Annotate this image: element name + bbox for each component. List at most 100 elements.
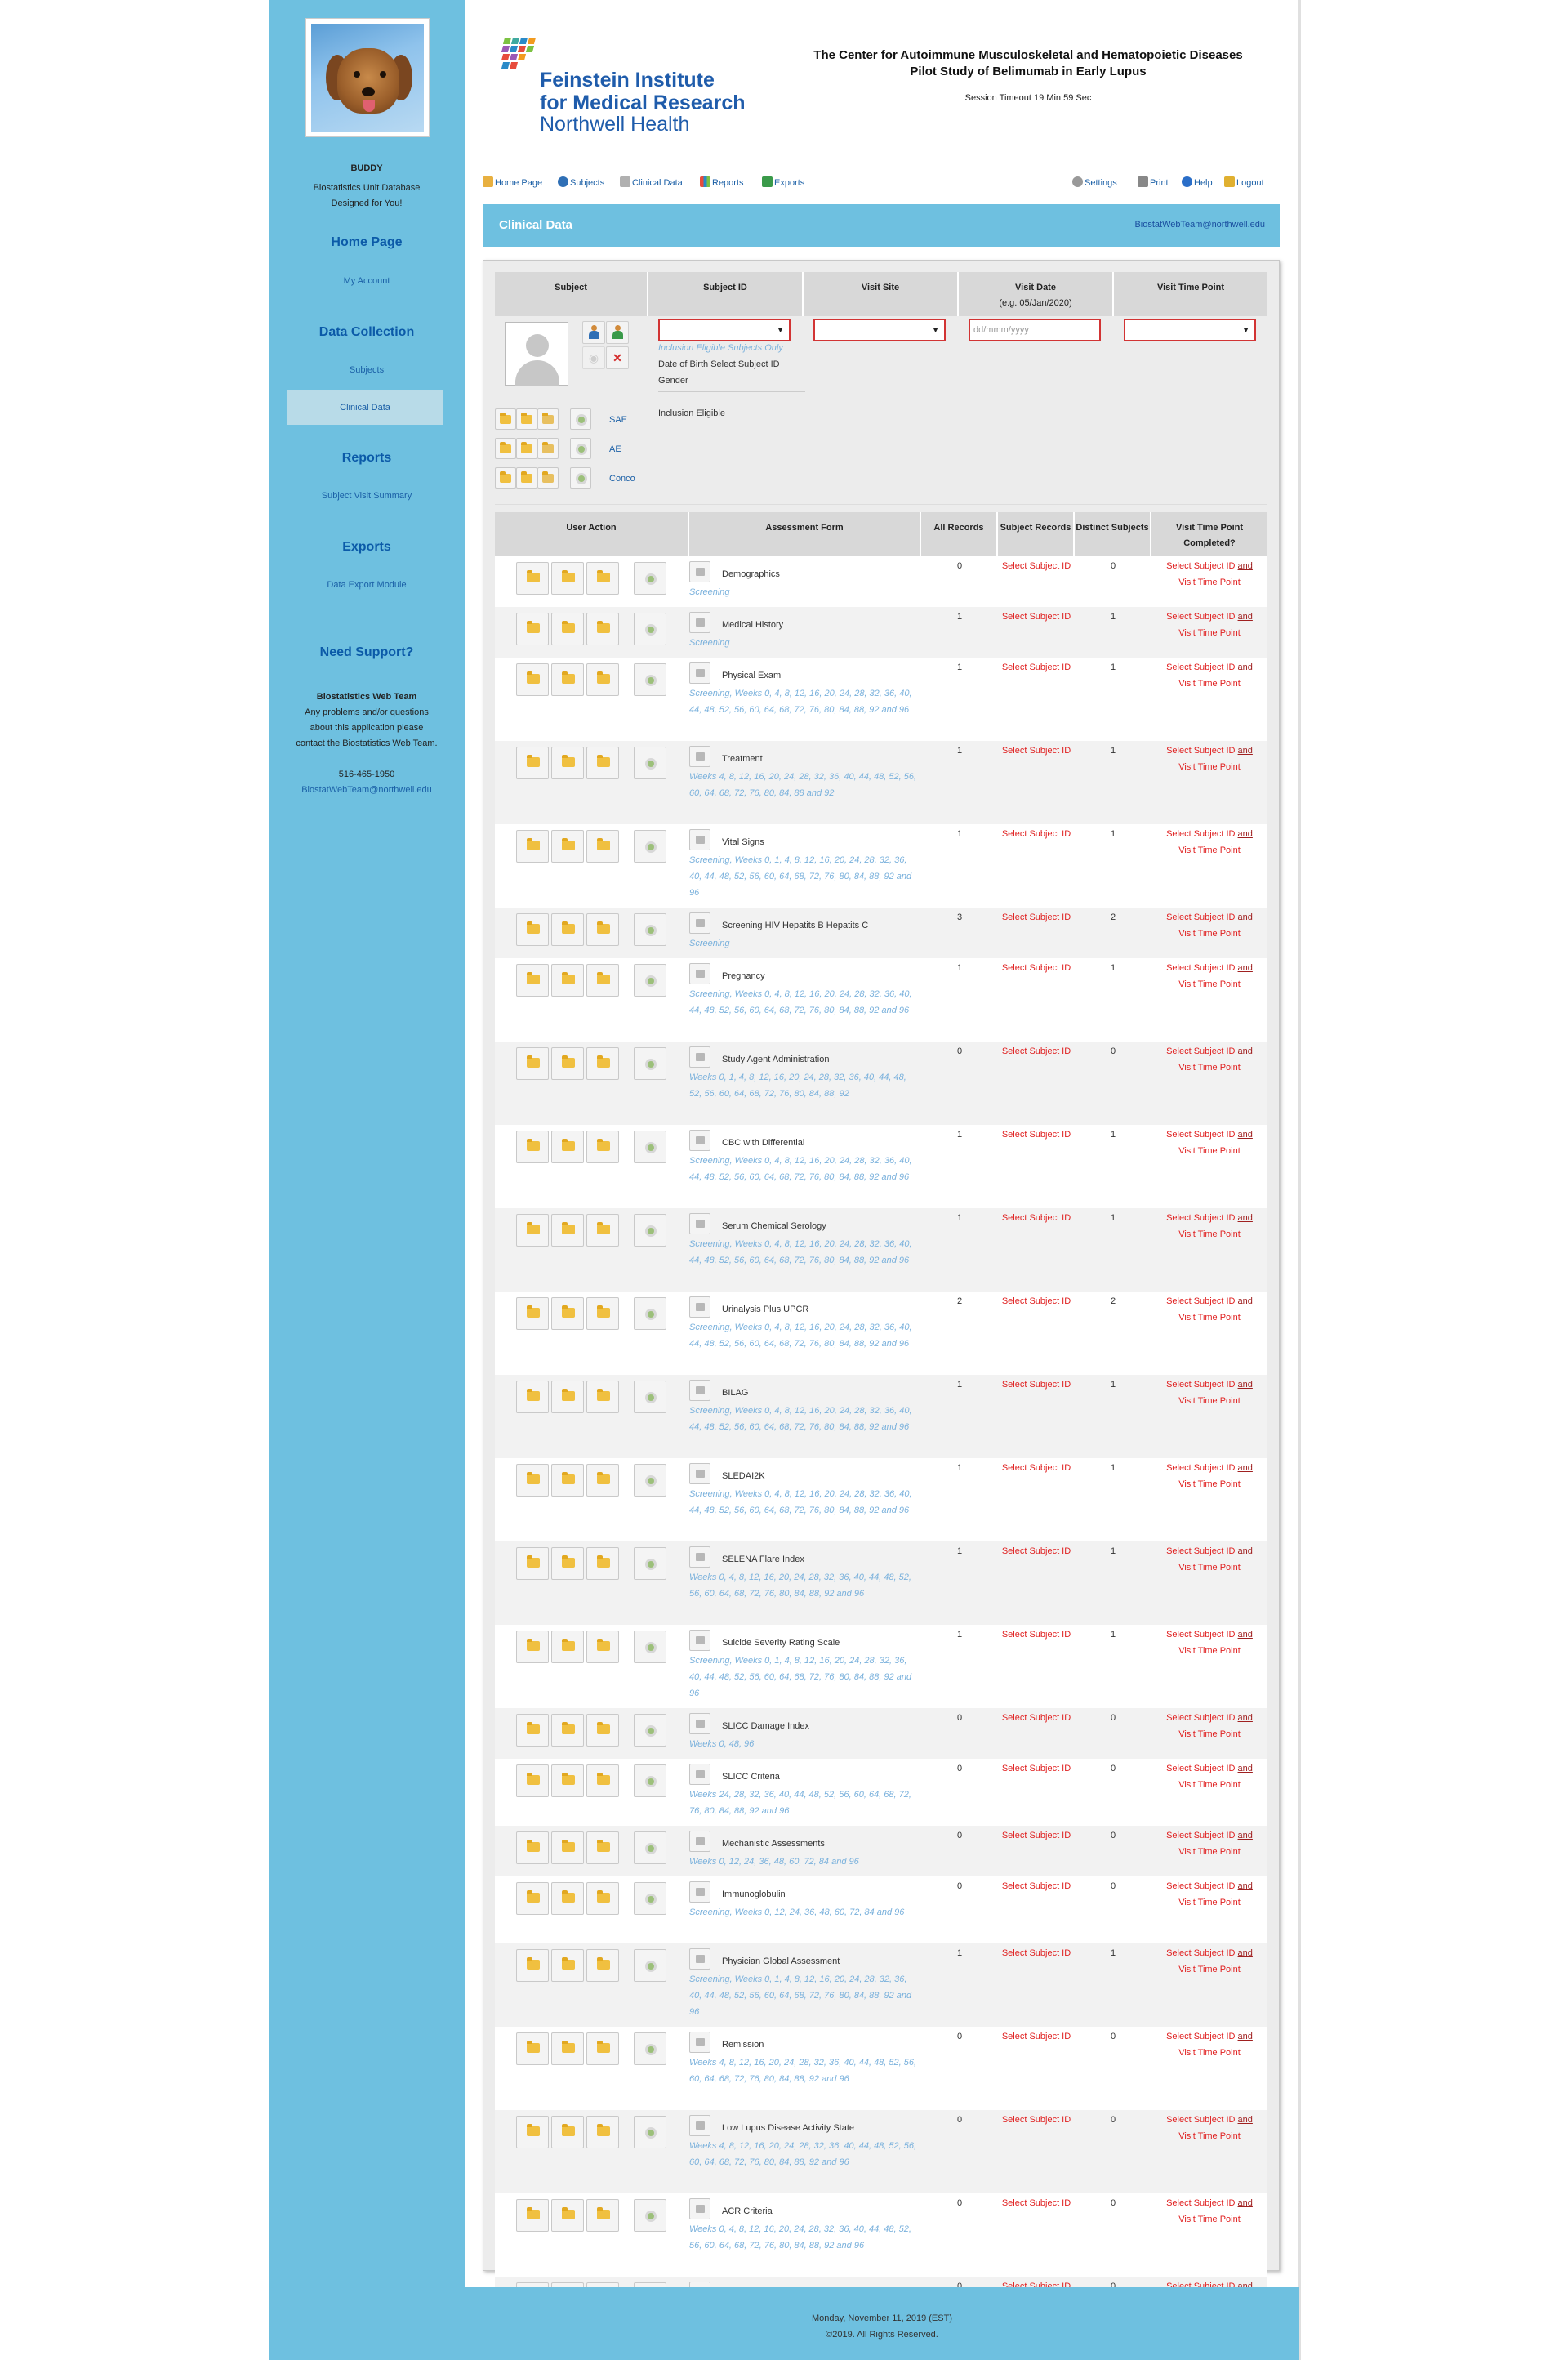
form-settings-button[interactable]	[634, 1214, 666, 1247]
conco-edit-button[interactable]	[537, 467, 559, 489]
nav-subjects[interactable]: Subjects	[558, 176, 604, 188]
form-settings-button[interactable]	[634, 964, 666, 997]
edit-record-button[interactable]	[586, 2116, 619, 2148]
form-settings-button[interactable]	[634, 1547, 666, 1580]
view-records-button[interactable]	[516, 913, 549, 946]
view-records-button[interactable]	[516, 1882, 549, 1915]
view-records-button[interactable]	[516, 2032, 549, 2065]
ae-open-button[interactable]	[495, 438, 516, 459]
conco-settings-button[interactable]	[570, 467, 591, 489]
form-settings-button[interactable]	[634, 747, 666, 779]
form-settings-button[interactable]	[634, 1131, 666, 1163]
view-records-button[interactable]	[516, 964, 549, 997]
view-records-button[interactable]	[516, 830, 549, 863]
sidebar-heading-home[interactable]: Home Page	[269, 235, 465, 250]
form-settings-button[interactable]	[634, 2116, 666, 2148]
view-subject-button[interactable]	[582, 321, 605, 344]
edit-record-button[interactable]	[586, 1464, 619, 1497]
add-record-button[interactable]	[551, 1764, 584, 1797]
assessment-form-name[interactable]: Medical History	[722, 620, 783, 630]
form-icon[interactable]	[689, 1881, 710, 1903]
assessment-form-name[interactable]: Pregnancy	[722, 971, 765, 981]
form-icon[interactable]	[689, 662, 710, 684]
edit-record-button[interactable]	[586, 913, 619, 946]
form-settings-button[interactable]	[634, 1764, 666, 1797]
nav-reports[interactable]: Reports	[700, 176, 744, 188]
add-record-button[interactable]	[551, 663, 584, 696]
form-settings-button[interactable]	[634, 562, 666, 595]
assessment-form-name[interactable]: Mechanistic Assessments	[722, 1839, 825, 1849]
nav-help[interactable]: Help	[1182, 176, 1213, 188]
edit-record-button[interactable]	[586, 1882, 619, 1915]
add-record-button[interactable]	[551, 2116, 584, 2148]
view-records-button[interactable]	[516, 1047, 549, 1080]
clear-subject-button[interactable]: ✕	[606, 346, 629, 369]
assessment-form-name[interactable]: Serum Chemical Serology	[722, 1221, 826, 1231]
form-settings-button[interactable]	[634, 663, 666, 696]
sae-edit-button[interactable]	[537, 408, 559, 430]
add-record-button[interactable]	[551, 830, 584, 863]
edit-record-button[interactable]	[586, 1764, 619, 1797]
form-icon[interactable]	[689, 1948, 710, 1970]
nav-logout[interactable]: Logout	[1224, 176, 1264, 188]
view-records-button[interactable]	[516, 613, 549, 645]
form-icon[interactable]	[689, 1213, 710, 1234]
form-settings-button[interactable]	[634, 1297, 666, 1330]
assessment-form-name[interactable]: Physician Global Assessment	[722, 1956, 840, 1966]
edit-record-button[interactable]	[586, 747, 619, 779]
view-records-button[interactable]	[516, 663, 549, 696]
view-records-button[interactable]	[516, 1547, 549, 1580]
add-record-button[interactable]	[551, 1547, 584, 1580]
form-settings-button[interactable]	[634, 1714, 666, 1747]
form-icon[interactable]	[689, 1764, 710, 1785]
edit-record-button[interactable]	[586, 1547, 619, 1580]
edit-record-button[interactable]	[586, 1381, 619, 1413]
form-icon[interactable]	[689, 746, 710, 767]
add-record-button[interactable]	[551, 1631, 584, 1663]
assessment-form-name[interactable]: Demographics	[722, 569, 780, 579]
assessment-form-name[interactable]: SLEDAI2K	[722, 1471, 765, 1481]
edit-record-button[interactable]	[586, 1047, 619, 1080]
form-settings-button[interactable]	[634, 1831, 666, 1864]
add-record-button[interactable]	[551, 1831, 584, 1864]
table-link-conco[interactable]: Conco	[609, 474, 635, 484]
form-icon[interactable]	[689, 1630, 710, 1651]
assessment-form-name[interactable]: Suicide Severity Rating Scale	[722, 1638, 840, 1648]
view-records-button[interactable]	[516, 2199, 549, 2232]
form-icon[interactable]	[689, 1380, 710, 1401]
view-records-button[interactable]	[516, 1631, 549, 1663]
disabled-action-button[interactable]: ◉	[582, 346, 605, 369]
add-record-button[interactable]	[551, 1714, 584, 1747]
ae-settings-button[interactable]	[570, 438, 591, 459]
subject-id-select[interactable]: ▼	[658, 319, 791, 341]
assessment-form-name[interactable]: Urinalysis Plus UPCR	[722, 1305, 808, 1314]
view-records-button[interactable]	[516, 1131, 549, 1163]
assessment-form-name[interactable]: Screening HIV Hepatits B Hepatits C	[722, 921, 868, 930]
form-icon[interactable]	[689, 612, 710, 633]
form-settings-button[interactable]	[634, 1381, 666, 1413]
sidebar-link-subject-visit-summary[interactable]: Subject Visit Summary	[269, 491, 465, 501]
visit-site-select[interactable]: ▼	[813, 319, 946, 341]
add-record-button[interactable]	[551, 2032, 584, 2065]
assessment-form-name[interactable]: Immunoglobulin	[722, 1889, 786, 1899]
add-record-button[interactable]	[551, 913, 584, 946]
conco-view-button[interactable]	[516, 467, 537, 489]
ae-edit-button[interactable]	[537, 438, 559, 459]
view-records-button[interactable]	[516, 1381, 549, 1413]
support-email-link[interactable]: BiostatWebTeam@northwell.edu	[269, 783, 465, 798]
visit-date-input[interactable]: dd/mmm/yyyy	[969, 319, 1101, 341]
add-record-button[interactable]	[551, 1047, 584, 1080]
add-record-button[interactable]	[551, 747, 584, 779]
form-settings-button[interactable]	[634, 1882, 666, 1915]
view-records-button[interactable]	[516, 1214, 549, 1247]
form-icon[interactable]	[689, 2198, 710, 2219]
form-settings-button[interactable]	[634, 613, 666, 645]
conco-open-button[interactable]	[495, 467, 516, 489]
nav-settings[interactable]: Settings	[1072, 176, 1117, 188]
sae-settings-button[interactable]	[570, 408, 591, 430]
dob-select-link[interactable]: Select Subject ID	[710, 359, 779, 369]
add-record-button[interactable]	[551, 1131, 584, 1163]
form-icon[interactable]	[689, 829, 710, 850]
form-icon[interactable]	[689, 1831, 710, 1852]
view-records-button[interactable]	[516, 2116, 549, 2148]
